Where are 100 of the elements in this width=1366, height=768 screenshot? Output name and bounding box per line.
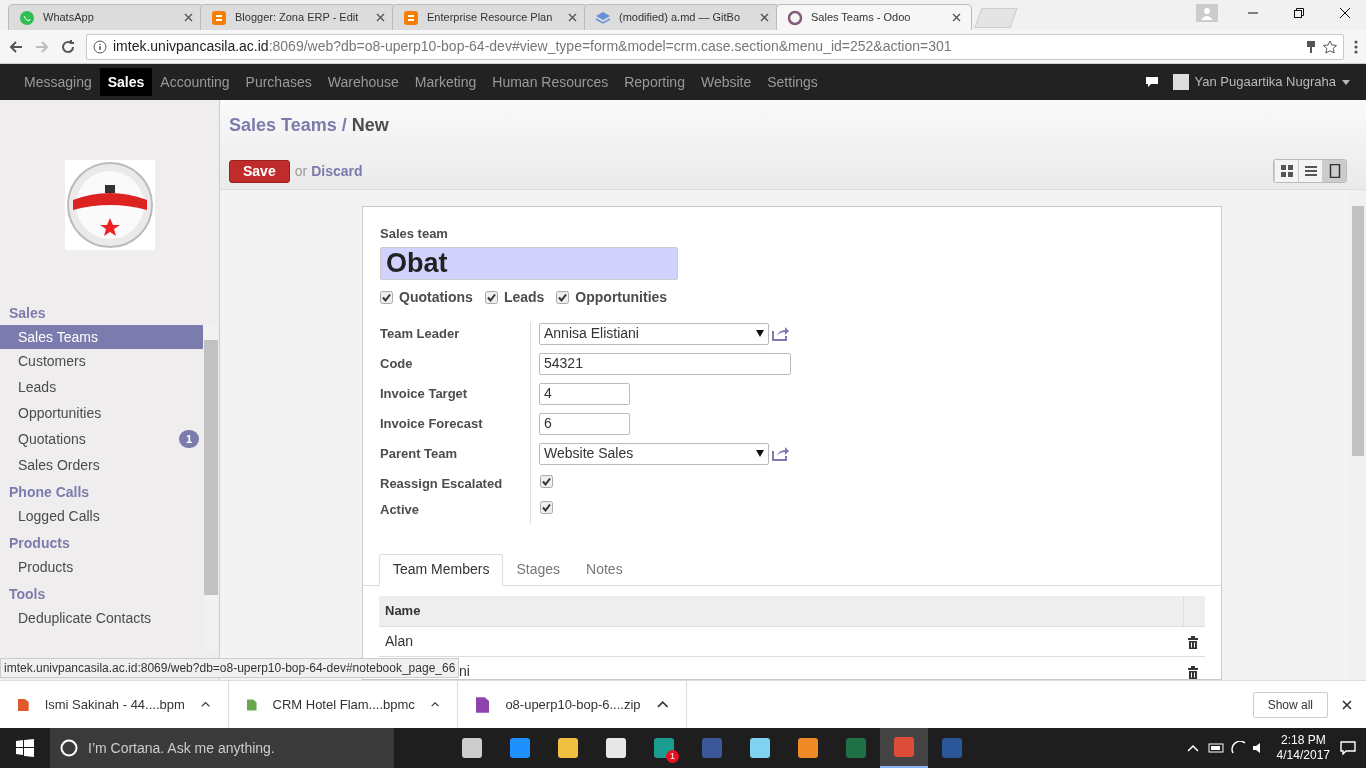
checkbox[interactable] xyxy=(540,500,553,514)
trash-icon[interactable] xyxy=(1187,635,1199,649)
notification-badge: 1 xyxy=(666,750,679,763)
key-icon[interactable] xyxy=(1305,39,1317,54)
notification-icon[interactable] xyxy=(1340,741,1356,755)
field-label: Parent Team xyxy=(380,444,459,463)
document-icon xyxy=(211,9,227,26)
field-label: Active xyxy=(380,500,421,519)
view-switcher[interactable] xyxy=(1273,159,1347,183)
grid-icon xyxy=(1279,164,1294,178)
input-field[interactable]: 6 xyxy=(539,412,630,435)
tab-title: Blogger: Zona ERP - Edit xyxy=(235,10,360,26)
chat-icon[interactable] xyxy=(1144,76,1159,88)
external-link-icon[interactable] xyxy=(772,445,790,461)
checkbox[interactable] xyxy=(556,290,570,304)
sidebar-item[interactable]: Sales Orders xyxy=(0,453,203,477)
breadcrumb-separator: / xyxy=(341,114,347,137)
sidebar-item[interactable]: Leads xyxy=(0,375,203,399)
menu-item[interactable]: Marketing xyxy=(406,68,485,96)
checkbox[interactable] xyxy=(540,474,553,488)
address-bar[interactable]: imtek.univpancasila.ac.id:8069/web?db=o8-uperp10-bop-64-dev#view_type=form&model=crm.case.section&menu_id=252&action=301 xyxy=(86,33,1344,60)
ring-icon xyxy=(787,9,803,26)
restore-icon[interactable] xyxy=(1294,8,1304,18)
section-title: Products xyxy=(8,534,71,553)
taskbar-app[interactable]: 1 xyxy=(640,728,688,768)
sidebar-item[interactable]: Logged Calls xyxy=(0,504,203,528)
sidebar-item[interactable]: Customers xyxy=(0,349,203,373)
input-field[interactable]: 54321 xyxy=(539,352,791,375)
file-name: o8-uperp10-bop-6....zip xyxy=(505,695,641,714)
caret-icon xyxy=(756,330,764,337)
view-switch-button[interactable] xyxy=(1298,160,1322,182)
page-icon xyxy=(1327,164,1342,178)
menu-icon[interactable] xyxy=(1354,38,1358,55)
sidebar-item[interactable]: Quotations 1 xyxy=(0,427,203,451)
menu-item[interactable]: Settings xyxy=(759,68,826,96)
tab-title: Enterprise Resource Plan xyxy=(427,10,554,26)
field-label: Invoice Target xyxy=(380,384,469,403)
caret-icon xyxy=(756,450,764,457)
menu-item[interactable]: Human Resources xyxy=(484,68,617,96)
input-field[interactable]: 4 xyxy=(539,382,630,405)
checkbox[interactable] xyxy=(484,290,498,304)
user-menu[interactable]: Yan Pugaartika Nugraha xyxy=(1194,72,1336,92)
breadcrumb-link[interactable]: Sales Teams xyxy=(229,112,337,139)
sidebar-item[interactable]: Products xyxy=(0,555,203,579)
info-icon[interactable] xyxy=(93,39,107,54)
close-icon[interactable] xyxy=(1342,699,1352,710)
dropdown-field[interactable]: Website Sales xyxy=(539,442,769,465)
external-link-icon[interactable] xyxy=(772,325,790,341)
menu-item[interactable]: Sales xyxy=(99,68,153,96)
chevron-up-icon[interactable] xyxy=(200,700,210,709)
browser-tab[interactable]: Sales Teams - Odoo xyxy=(776,4,972,30)
checkbox[interactable] xyxy=(380,290,393,304)
form-tab[interactable]: Notes xyxy=(573,553,636,586)
tab-title: Sales Teams - Odoo xyxy=(811,10,912,26)
field-label: Code xyxy=(380,354,414,373)
close-icon[interactable] xyxy=(1340,8,1350,18)
back-icon[interactable] xyxy=(8,38,24,55)
start-icon[interactable] xyxy=(16,739,34,757)
form-tab[interactable]: Stages xyxy=(503,553,574,586)
scrollbar[interactable] xyxy=(204,325,218,650)
name-input[interactable]: Obat xyxy=(380,246,678,280)
url-text: imtek.univpancasila.ac.id:8069/web?db=o8-uperp10-bop-64-dev#view_type=form&model=crm.case.section&menu_id=252&action=301 xyxy=(113,37,952,56)
document-icon xyxy=(403,9,419,26)
field-label: Invoice Forecast xyxy=(380,414,484,433)
form-tab[interactable]: Team Members xyxy=(379,553,504,586)
section-title: Sales xyxy=(8,304,47,323)
file-name: CRM Hotel Flam....bpmc xyxy=(272,695,415,714)
menu-item[interactable]: Website xyxy=(692,68,760,96)
list-icon xyxy=(1303,164,1318,178)
circle-icon xyxy=(60,739,78,757)
clock-time[interactable]: 2:18 PM xyxy=(1280,733,1326,748)
trash-icon[interactable] xyxy=(1187,665,1199,679)
view-switch-button[interactable] xyxy=(1322,160,1346,182)
star-icon[interactable] xyxy=(1323,39,1337,54)
menu-item[interactable]: Purchases xyxy=(237,68,320,96)
table-cell-text: Alan xyxy=(384,631,415,651)
clock-date[interactable]: 4/14/2017 xyxy=(1276,748,1330,763)
close-icon[interactable] xyxy=(952,13,961,22)
chevron-up-icon[interactable] xyxy=(430,700,439,709)
menu-item[interactable]: Messaging xyxy=(16,68,100,96)
avatar-icon[interactable] xyxy=(1172,74,1189,90)
status-url: imtek.univpancasila.ac.id:8069/web?db=o8-uperp10-bop-64-dev#notebook_page_66 xyxy=(0,658,460,678)
search-field[interactable]: I’m Cortana. Ask me anything. xyxy=(50,728,394,768)
sidebar-item[interactable]: Sales Teams xyxy=(0,325,203,349)
caret-icon[interactable] xyxy=(1342,79,1350,85)
show-all-button[interactable]: Show all xyxy=(1252,691,1328,718)
save-button[interactable]: Save xyxy=(229,159,290,183)
tab-title: (modified) a.md — GitBo xyxy=(619,10,742,26)
chevron-up-icon[interactable] xyxy=(656,700,668,709)
stack-icon xyxy=(595,9,611,26)
view-switch-button[interactable] xyxy=(1274,160,1298,182)
field-label: Reassign Escalated xyxy=(380,474,504,493)
menu-item[interactable]: Accounting xyxy=(152,68,238,96)
menu-item[interactable]: Warehouse xyxy=(319,68,407,96)
sidebar-item[interactable]: Deduplicate Contacts xyxy=(0,606,203,630)
sidebar-item[interactable]: Opportunities xyxy=(0,401,203,425)
reload-icon[interactable] xyxy=(60,38,76,55)
menu-item[interactable]: Reporting xyxy=(616,68,693,96)
breadcrumb-current: New xyxy=(351,114,389,137)
dropdown-field[interactable]: Annisa Elistiani xyxy=(539,322,769,345)
